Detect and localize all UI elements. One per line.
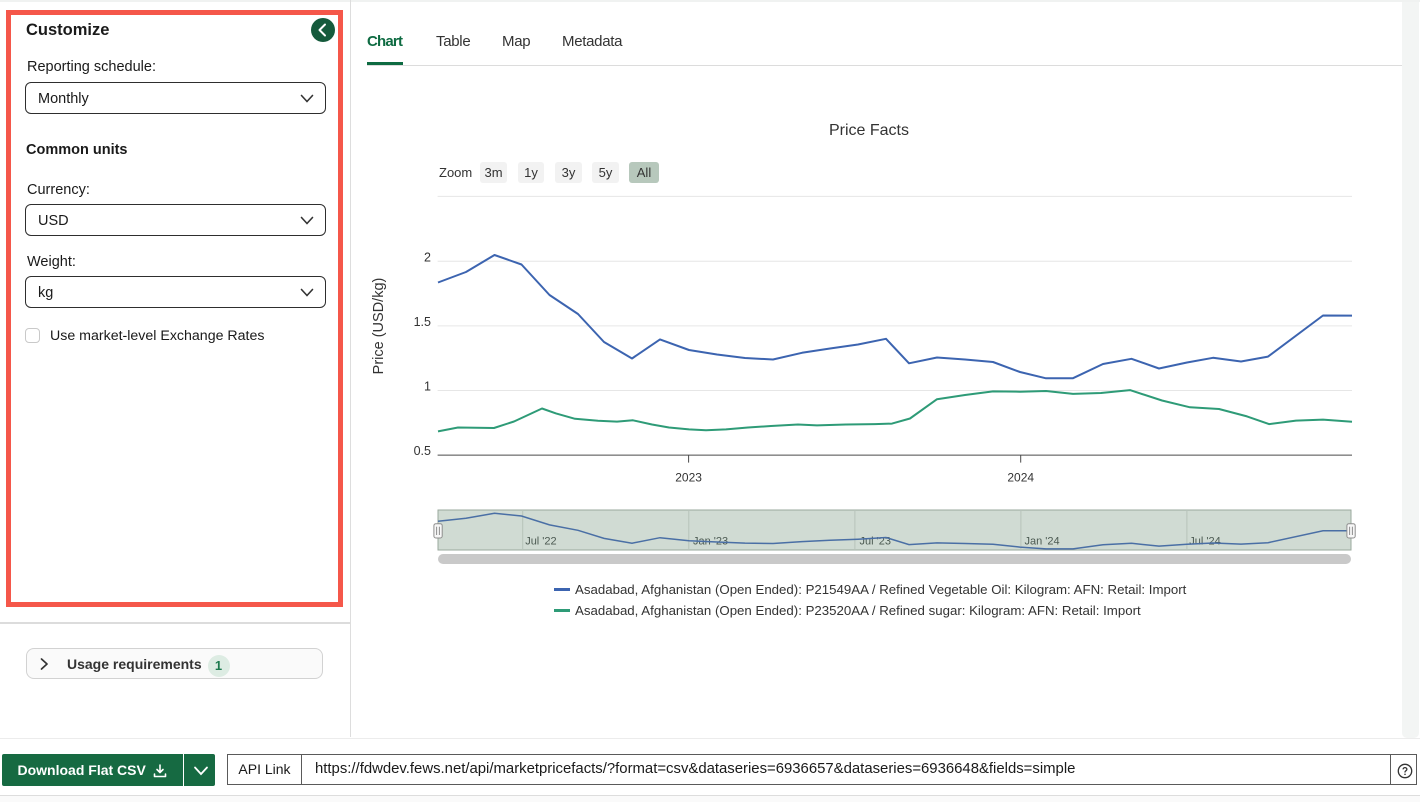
svg-text:1.5: 1.5 bbox=[414, 315, 431, 329]
svg-text:Jul '24: Jul '24 bbox=[1189, 536, 1220, 548]
svg-text:2023: 2023 bbox=[675, 471, 702, 485]
svg-text:Jan '24: Jan '24 bbox=[1025, 536, 1060, 548]
svg-text:Jul '22: Jul '22 bbox=[525, 536, 556, 548]
svg-text:0.5: 0.5 bbox=[414, 444, 431, 458]
svg-text:2024: 2024 bbox=[1007, 471, 1034, 485]
svg-text:2: 2 bbox=[424, 251, 431, 265]
svg-text:1: 1 bbox=[424, 380, 431, 394]
svg-text:Price (USD/kg): Price (USD/kg) bbox=[371, 278, 387, 375]
